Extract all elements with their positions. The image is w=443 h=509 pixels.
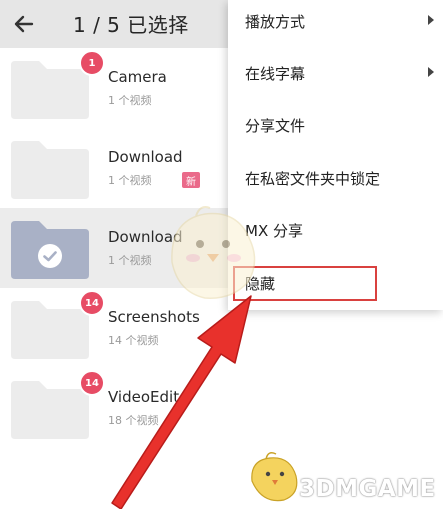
menu-item-label: 播放方式 bbox=[245, 13, 306, 31]
folder-video-count: 1 个视频 bbox=[108, 94, 152, 107]
check-circle-icon bbox=[38, 244, 62, 268]
menu-item-label: 在线字幕 bbox=[245, 65, 306, 83]
folder-icon bbox=[11, 301, 89, 359]
folder-name: Download bbox=[108, 228, 183, 246]
logo-mascot-icon bbox=[251, 452, 298, 502]
folder-row-videoeditor[interactable]: 14 VideoEditor 18 个视频 bbox=[0, 368, 443, 448]
selection-count-title: 1 / 5 已选择 bbox=[73, 13, 189, 37]
folder-name: Download bbox=[108, 148, 183, 166]
new-count-badge: 14 bbox=[79, 370, 105, 396]
folder-video-count: 14 个视频 bbox=[108, 334, 159, 347]
highlight-box bbox=[233, 266, 377, 301]
watermark-logo-text: 3DMGAME bbox=[299, 476, 436, 502]
folder-video-count: 1 个视频 bbox=[108, 254, 152, 267]
menu-item-label: MX 分享 bbox=[245, 222, 303, 240]
menu-item-play-mode[interactable]: 播放方式 bbox=[228, 0, 443, 50]
submenu-arrow-icon bbox=[428, 67, 434, 77]
menu-item-label: 在私密文件夹中锁定 bbox=[245, 170, 381, 188]
arrow-left-icon bbox=[14, 15, 34, 33]
folder-name: VideoEditor bbox=[108, 388, 195, 406]
folder-name: Camera bbox=[108, 68, 167, 86]
menu-item-mx-share[interactable]: MX 分享 bbox=[228, 207, 443, 259]
submenu-arrow-icon bbox=[428, 15, 434, 25]
screen: 1 / 5 已选择 1 Camera 1 个视频 Download 1 个视频 … bbox=[0, 0, 443, 509]
folder-name: Screenshots bbox=[108, 308, 200, 326]
new-count-badge: 14 bbox=[79, 290, 105, 316]
folder-icon bbox=[11, 141, 89, 199]
menu-item-lock-private-folder[interactable]: 在私密文件夹中锁定 bbox=[228, 155, 443, 207]
folder-video-count: 1 个视频 bbox=[108, 174, 152, 187]
new-count-badge: 1 bbox=[79, 50, 105, 76]
folder-video-count: 18 个视频 bbox=[108, 414, 159, 427]
menu-item-label: 分享文件 bbox=[245, 117, 306, 135]
back-button[interactable] bbox=[6, 6, 42, 42]
folder-icon bbox=[11, 61, 89, 119]
overflow-menu: 播放方式 在线字幕 分享文件 在私密文件夹中锁定 MX 分享 隐藏 bbox=[228, 0, 443, 310]
menu-item-online-subtitles[interactable]: 在线字幕 bbox=[228, 50, 443, 102]
folder-icon bbox=[11, 381, 89, 439]
menu-item-share-file[interactable]: 分享文件 bbox=[228, 102, 443, 154]
new-tag-badge: 新 bbox=[182, 172, 200, 188]
